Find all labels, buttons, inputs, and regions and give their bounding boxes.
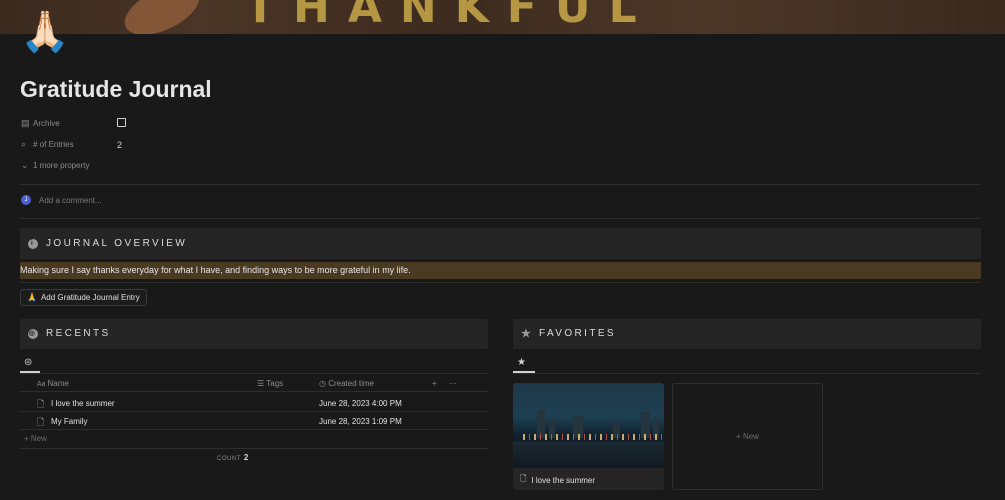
entries-value: 2 — [117, 140, 123, 150]
card-caption: 🗋 I love the summer — [520, 473, 595, 487]
journal-overview-title: JOURNAL OVERVIEW — [46, 238, 188, 249]
row-name: I love the summer — [51, 399, 115, 408]
count-value: 2 — [243, 453, 249, 462]
cover-lettering: THANKFUL — [245, 0, 655, 33]
cover-image[interactable]: THANKFUL — [0, 0, 1005, 34]
divider — [20, 373, 488, 374]
table-header: Aa Name ☰ Tags ◷ Created time + ··· — [20, 375, 488, 392]
count-summary[interactable]: COUNT 2 — [217, 453, 249, 462]
info-icon: i — [28, 238, 38, 249]
card-title: I love the summer — [531, 475, 596, 485]
more-icon[interactable]: ··· — [449, 379, 457, 388]
divider — [513, 373, 981, 374]
column-created[interactable]: ◷ Created time — [319, 379, 374, 388]
divider — [20, 448, 488, 449]
archive-icon: ▤ — [21, 117, 30, 128]
new-card-label: + New — [736, 432, 759, 441]
text-icon: Aa — [37, 381, 48, 388]
chevron-down-icon: ⌄ — [21, 159, 29, 170]
globe-icon[interactable]: ⊜ — [24, 357, 32, 368]
page-icon: 🗋 — [37, 400, 45, 410]
row-name: My Family — [51, 417, 88, 426]
star-icon[interactable]: ★ — [517, 357, 526, 368]
clock-icon: ◷ — [319, 379, 329, 388]
add-column-icon[interactable]: + — [432, 379, 437, 388]
page-title[interactable]: Gratitude Journal — [20, 76, 212, 103]
page-icon: 🗋 — [37, 418, 45, 428]
column-created-label: Created time — [328, 379, 374, 388]
table-row[interactable]: 🗋 I love the summer June 28, 2023 4:00 P… — [20, 394, 488, 412]
card-cover-image — [513, 383, 664, 468]
archive-checkbox[interactable] — [117, 118, 126, 127]
page-icon[interactable]: 🙏🏻 — [20, 10, 70, 54]
divider — [20, 184, 980, 185]
count-label: COUNT — [217, 456, 241, 462]
gallery-card[interactable]: 🗋 I love the summer — [513, 383, 664, 490]
new-card-button[interactable]: + New — [672, 383, 823, 490]
table-row[interactable]: 🗋 My Family June 28, 2023 1:09 PM — [20, 412, 488, 430]
row-created: June 28, 2023 1:09 PM — [319, 417, 402, 426]
recents-heading: ◎ RECENTS — [28, 328, 111, 339]
journal-overview-heading: i JOURNAL OVERVIEW — [28, 238, 187, 249]
column-name-label: Name — [47, 379, 69, 388]
property-label: Archive — [33, 118, 60, 128]
property-archive[interactable]: ▤ Archive — [21, 115, 60, 131]
globe-icon: ◎ — [28, 328, 38, 339]
comment-box[interactable]: J Add a comment... — [21, 195, 102, 205]
star-icon: ★ — [521, 327, 534, 340]
favorites-heading: ★ FAVORITES — [521, 328, 616, 339]
page-icon: 🗋 — [520, 474, 527, 483]
divider — [20, 282, 980, 283]
property-entries[interactable]: ⌕ # of Entries — [21, 136, 73, 152]
divider — [20, 218, 980, 219]
new-label: New — [742, 432, 759, 441]
search-icon: ⌕ — [21, 138, 27, 149]
pray-icon: 🙏 — [27, 293, 37, 302]
overview-text[interactable]: Making sure I say thanks everyday for wh… — [20, 262, 981, 279]
avatar: J — [21, 195, 31, 205]
add-entry-label: Add Gratitude Journal Entry — [40, 293, 140, 302]
feather-decoration — [117, 0, 207, 34]
add-entry-button[interactable]: 🙏 Add Gratitude Journal Entry — [20, 289, 147, 306]
new-row-button[interactable]: + New — [24, 434, 47, 443]
column-tags[interactable]: ☰ Tags — [257, 379, 283, 388]
comment-placeholder: Add a comment... — [39, 195, 102, 205]
property-label: # of Entries — [33, 139, 74, 149]
more-properties-toggle[interactable]: ⌄ 1 more property — [21, 157, 89, 173]
column-name[interactable]: Aa Name — [37, 379, 69, 388]
more-properties-label: 1 more property — [33, 160, 90, 170]
row-created: June 28, 2023 4:00 PM — [319, 399, 402, 408]
new-row-label: New — [30, 434, 47, 443]
column-tags-label: Tags — [266, 379, 284, 388]
favorites-title: FAVORITES — [539, 328, 616, 339]
recents-title: RECENTS — [46, 328, 111, 339]
list-icon: ☰ — [257, 379, 267, 388]
